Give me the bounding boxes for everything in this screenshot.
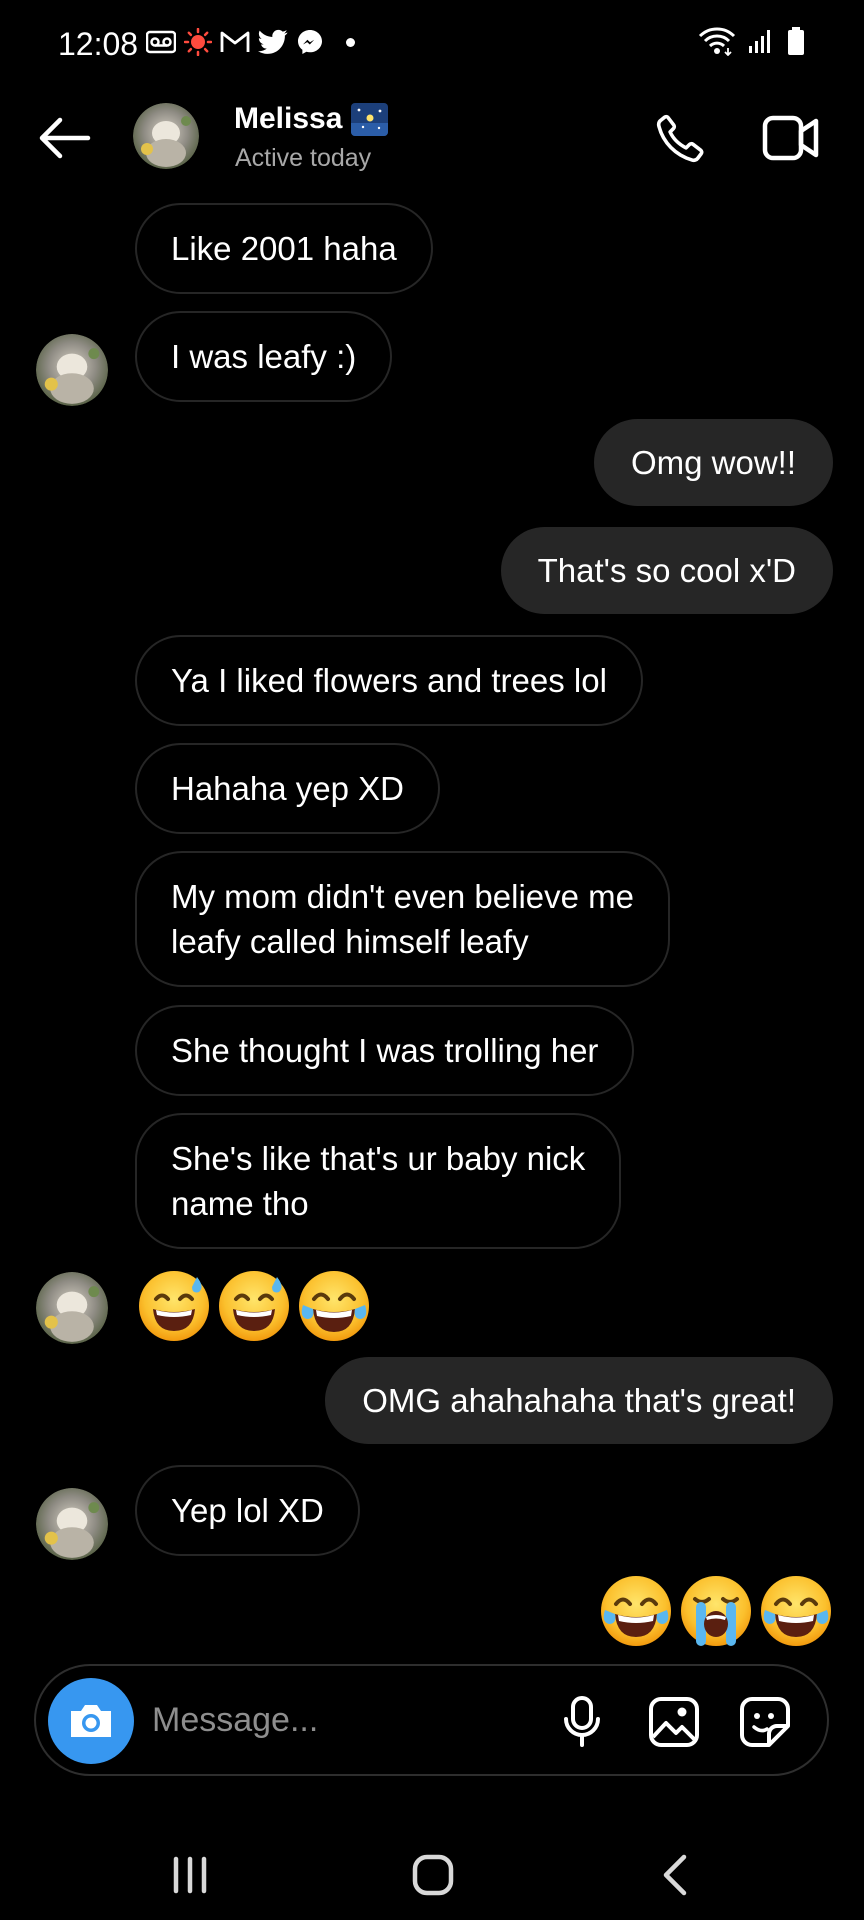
message-line: My mom didn't even believe me bbox=[171, 878, 634, 915]
camera-button[interactable] bbox=[48, 1678, 134, 1764]
contact-name[interactable]: Melissa bbox=[234, 102, 342, 136]
emoji-message-incoming[interactable] bbox=[137, 1269, 371, 1343]
phone-icon bbox=[656, 114, 704, 163]
message-bubble-incoming[interactable]: Ya I liked flowers and trees lol bbox=[135, 635, 643, 726]
message-bubble-incoming[interactable]: Like 2001 haha bbox=[135, 203, 433, 294]
sticker-icon bbox=[740, 1697, 790, 1747]
message-bubble-outgoing[interactable]: Omg wow!! bbox=[593, 419, 833, 506]
message-bubble-outgoing[interactable]: OMG ahahahaha that's great! bbox=[325, 1357, 833, 1444]
sender-avatar[interactable] bbox=[36, 334, 108, 406]
home-button[interactable] bbox=[403, 1848, 463, 1902]
tears-of-joy-emoji bbox=[299, 1271, 369, 1341]
gallery-button[interactable] bbox=[644, 1692, 704, 1752]
message-line: She's like that's ur baby nick bbox=[171, 1140, 586, 1177]
sender-avatar[interactable] bbox=[36, 1272, 108, 1344]
voicemail-icon bbox=[146, 30, 176, 54]
message-bubble-outgoing[interactable]: That's so cool x'D bbox=[500, 527, 833, 614]
avatar-photo bbox=[36, 334, 108, 406]
video-camera-icon bbox=[762, 115, 819, 161]
status-time: 12:08 bbox=[58, 26, 139, 62]
message-bubble-incoming[interactable]: She's like that's ur baby nick name tho bbox=[135, 1113, 622, 1249]
screen-recorder-icon bbox=[184, 28, 212, 56]
contact-avatar[interactable] bbox=[133, 103, 199, 169]
wifi-icon bbox=[698, 27, 736, 56]
avatar-photo bbox=[133, 103, 199, 169]
message-input[interactable] bbox=[152, 1696, 532, 1744]
grinning-sweat-emoji bbox=[139, 1271, 209, 1341]
twitter-icon bbox=[258, 29, 288, 54]
recents-button[interactable] bbox=[160, 1850, 220, 1900]
avatar-photo bbox=[36, 1272, 108, 1344]
loudly-crying-emoji bbox=[681, 1576, 751, 1646]
system-back-button[interactable] bbox=[648, 1848, 702, 1902]
grinning-sweat-emoji bbox=[219, 1271, 289, 1341]
nav-back-icon bbox=[663, 1854, 687, 1896]
voice-call-button[interactable] bbox=[648, 106, 712, 170]
sticker-button[interactable] bbox=[735, 1692, 795, 1752]
back-button[interactable] bbox=[30, 108, 98, 168]
status-notification-icons bbox=[146, 28, 355, 56]
message-line: leafy called himself leafy bbox=[171, 923, 529, 960]
night-sky-emoji-icon bbox=[351, 103, 388, 136]
message-bubble-incoming[interactable]: Hahaha yep XD bbox=[135, 743, 440, 834]
microphone-icon bbox=[564, 1696, 600, 1747]
avatar-photo bbox=[36, 1488, 108, 1560]
status-system-icons bbox=[698, 26, 806, 56]
voice-message-button[interactable] bbox=[554, 1692, 610, 1752]
emoji-message-outgoing[interactable] bbox=[599, 1574, 833, 1648]
tears-of-joy-emoji bbox=[601, 1576, 671, 1646]
signal-icon bbox=[749, 30, 770, 53]
camera-icon bbox=[71, 1705, 111, 1737]
gmail-icon bbox=[220, 31, 250, 52]
message-line: name tho bbox=[171, 1185, 309, 1222]
recents-icon bbox=[173, 1856, 207, 1894]
video-call-button[interactable] bbox=[756, 106, 826, 170]
home-icon bbox=[412, 1854, 454, 1896]
notification-dot-icon bbox=[346, 37, 355, 47]
message-bubble-incoming[interactable]: Yep lol XD bbox=[135, 1465, 360, 1556]
system-navigation-bar bbox=[0, 1820, 864, 1920]
message-bubble-incoming[interactable]: I was leafy :) bbox=[135, 311, 393, 402]
battery-icon bbox=[788, 27, 804, 55]
status-bar: 12:08 bbox=[0, 0, 864, 88]
message-bubble-incoming[interactable]: My mom didn't even believe me leafy call… bbox=[135, 851, 670, 987]
message-bubble-incoming[interactable]: She thought I was trolling her bbox=[135, 1005, 635, 1096]
tears-of-joy-emoji bbox=[761, 1576, 831, 1646]
messenger-icon bbox=[298, 30, 322, 54]
back-arrow-icon bbox=[39, 117, 91, 159]
contact-status: Active today bbox=[235, 144, 372, 172]
sender-avatar[interactable] bbox=[36, 1488, 108, 1560]
conversation-header: Melissa Active today bbox=[0, 88, 864, 220]
gallery-icon bbox=[649, 1697, 699, 1747]
message-composer bbox=[34, 1664, 829, 1776]
